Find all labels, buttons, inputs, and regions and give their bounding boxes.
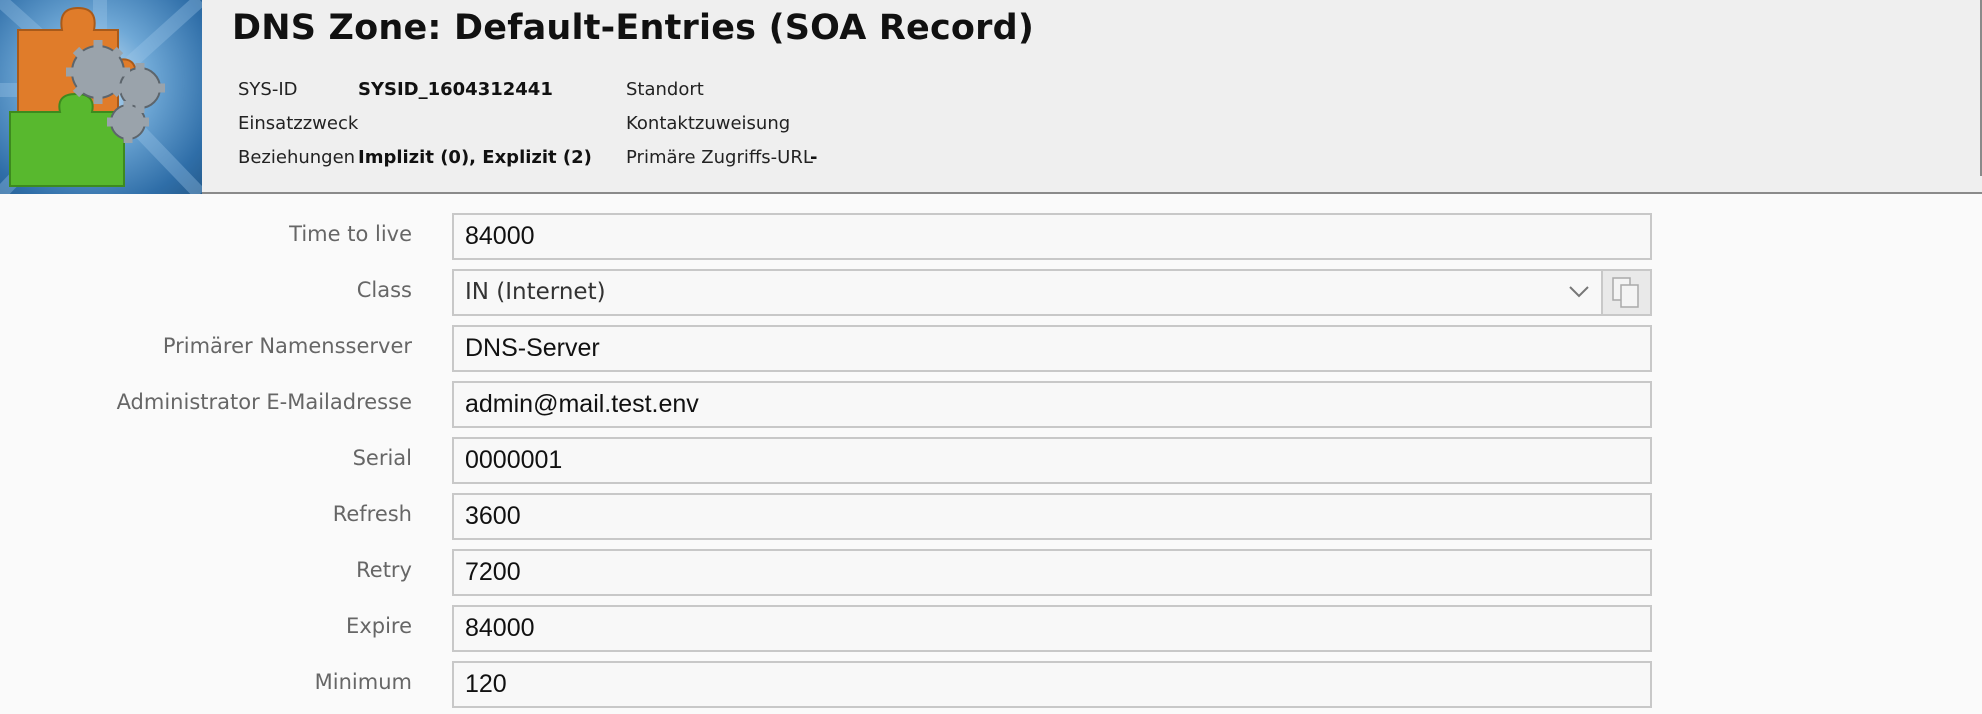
serial-input[interactable]: 0000001 bbox=[452, 437, 1652, 484]
serial-row: Serial 0000001 bbox=[0, 434, 1982, 484]
admin-email-input[interactable]: admin@mail.test.env bbox=[452, 381, 1652, 428]
ttl-label: Time to live bbox=[289, 222, 412, 246]
page-header: DNS Zone: Default-Entries (SOA Record) S… bbox=[0, 0, 1982, 194]
page-title: DNS Zone: Default-Entries (SOA Record) bbox=[232, 8, 1035, 48]
refresh-label: Refresh bbox=[332, 502, 412, 526]
kontaktzuweisung-label: Kontaktzuweisung bbox=[626, 113, 791, 134]
refresh-input[interactable]: 3600 bbox=[452, 493, 1652, 540]
ttl-input[interactable]: 84000 bbox=[452, 213, 1652, 260]
retry-label: Retry bbox=[356, 558, 412, 582]
chevron-down-icon bbox=[1569, 286, 1589, 298]
puzzle-gears-logo bbox=[0, 0, 202, 194]
expire-input[interactable]: 84000 bbox=[452, 605, 1652, 652]
primary-url-value: - bbox=[810, 147, 818, 168]
minimum-input[interactable]: 120 bbox=[452, 661, 1652, 708]
copy-icon bbox=[1612, 277, 1639, 308]
class-selected-value: IN (Internet) bbox=[465, 279, 606, 305]
sysid-value: SYSID_1604312441 bbox=[358, 79, 553, 100]
sysid-label: SYS-ID bbox=[238, 79, 298, 100]
expire-row: Expire 84000 bbox=[0, 602, 1982, 652]
standort-label: Standort bbox=[626, 79, 704, 100]
primary-url-label: Primäre Zugriffs-URL bbox=[626, 147, 813, 168]
minimum-label: Minimum bbox=[314, 670, 412, 694]
soa-record-form: Time to live 84000 Class IN (Internet) P… bbox=[0, 196, 1982, 714]
retry-input[interactable]: 7200 bbox=[452, 549, 1652, 596]
einsatzzweck-label: Einsatzzweck bbox=[238, 113, 359, 134]
class-label: Class bbox=[356, 278, 412, 302]
beziehungen-label: Beziehungen bbox=[238, 147, 356, 168]
serial-label: Serial bbox=[352, 446, 412, 470]
beziehungen-value[interactable]: Implizit (0), Explizit (2) bbox=[358, 147, 592, 168]
class-row: Class IN (Internet) bbox=[0, 266, 1982, 316]
ttl-row: Time to live 84000 bbox=[0, 210, 1982, 260]
expire-label: Expire bbox=[346, 614, 412, 638]
copy-button[interactable] bbox=[1601, 269, 1652, 316]
admin-email-row: Administrator E-Mailadresse admin@mail.t… bbox=[0, 378, 1982, 428]
refresh-row: Refresh 3600 bbox=[0, 490, 1982, 540]
primary-ns-label: Primärer Namensserver bbox=[162, 334, 412, 358]
admin-email-label: Administrator E-Mailadresse bbox=[116, 390, 412, 414]
primary-ns-input[interactable]: DNS-Server bbox=[452, 325, 1652, 372]
retry-row: Retry 7200 bbox=[0, 546, 1982, 596]
primary-ns-row: Primärer Namensserver DNS-Server bbox=[0, 322, 1982, 372]
minimum-row: Minimum 120 bbox=[0, 658, 1982, 708]
class-select[interactable]: IN (Internet) bbox=[452, 269, 1602, 316]
